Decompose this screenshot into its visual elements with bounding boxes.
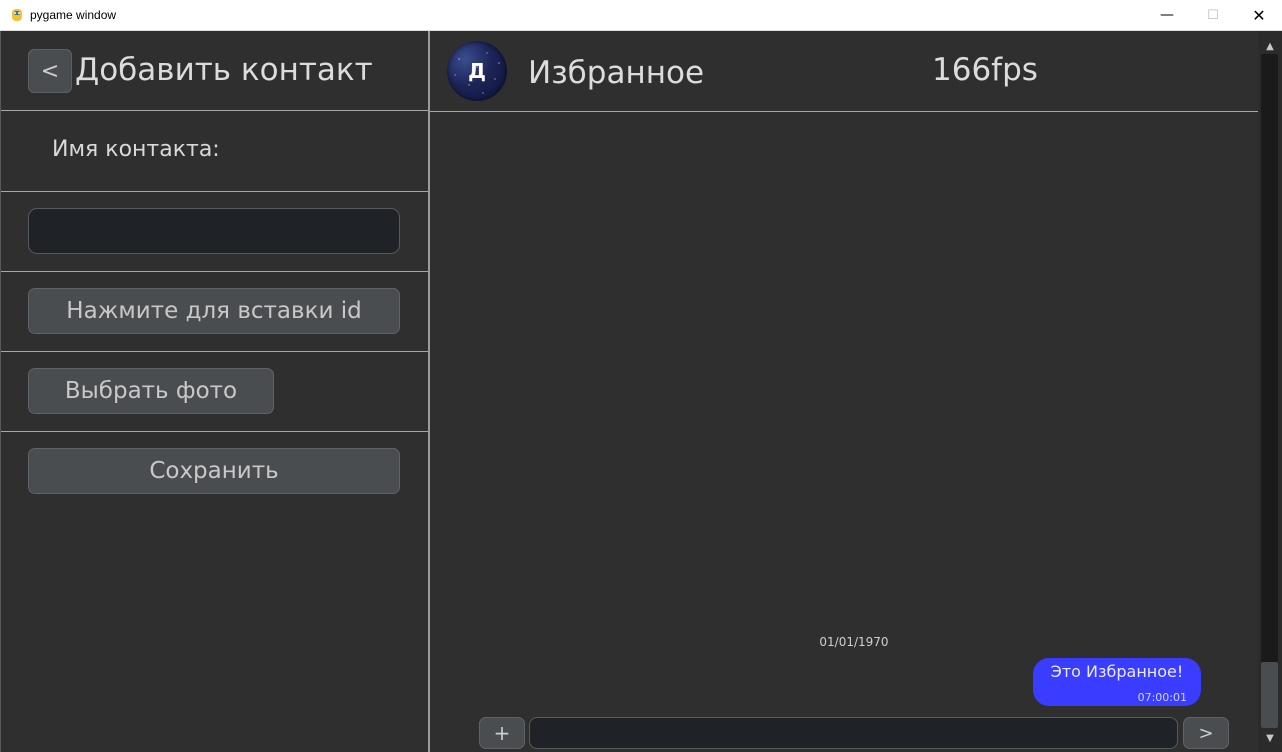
divider xyxy=(1,191,428,192)
divider xyxy=(1,351,428,352)
window-titlebar: pygame window — ☐ ✕ xyxy=(0,0,1282,31)
chat-avatar[interactable]: Д xyxy=(447,41,507,101)
maximize-button[interactable]: ☐ xyxy=(1190,0,1236,30)
pygame-snake-icon xyxy=(12,9,22,21)
window-title: pygame window xyxy=(30,8,117,22)
scroll-down-arrow-icon[interactable]: ▼ xyxy=(1258,728,1282,748)
back-button[interactable]: < xyxy=(28,49,72,93)
add-contact-title: Добавить контакт xyxy=(75,52,373,88)
divider xyxy=(1,271,428,272)
message-text: Это Избранное! xyxy=(1050,662,1184,681)
divider xyxy=(1,110,428,111)
divider xyxy=(1,431,428,432)
contact-name-input[interactable] xyxy=(28,208,400,254)
save-button[interactable]: Сохранить xyxy=(28,448,400,494)
scrollbar-thumb[interactable] xyxy=(1261,662,1278,728)
scrollbar-track[interactable] xyxy=(1261,54,1278,728)
message-input[interactable] xyxy=(529,717,1178,749)
paste-id-button[interactable]: Нажмите для вставки id xyxy=(28,288,400,334)
contact-name-label: Имя контакта: xyxy=(52,137,220,162)
close-button[interactable]: ✕ xyxy=(1236,0,1282,30)
date-separator: 01/01/1970 xyxy=(819,635,889,649)
chat-header-divider xyxy=(430,111,1258,112)
attach-button[interactable]: + xyxy=(479,717,525,749)
fps-counter: 166fps xyxy=(932,52,1038,88)
send-button[interactable]: > xyxy=(1183,717,1229,749)
message-time: 07:00:01 xyxy=(1137,691,1187,704)
message-bubble[interactable]: Это Избранное! 07:00:01 xyxy=(1033,658,1201,706)
panel-divider xyxy=(428,31,430,752)
chat-title: Избранное xyxy=(528,55,705,91)
scroll-up-arrow-icon[interactable]: ▲ xyxy=(1258,36,1282,56)
avatar-letter: Д xyxy=(468,59,486,83)
choose-photo-button[interactable]: Выбрать фото xyxy=(28,368,274,414)
minimize-button[interactable]: — xyxy=(1144,0,1190,30)
